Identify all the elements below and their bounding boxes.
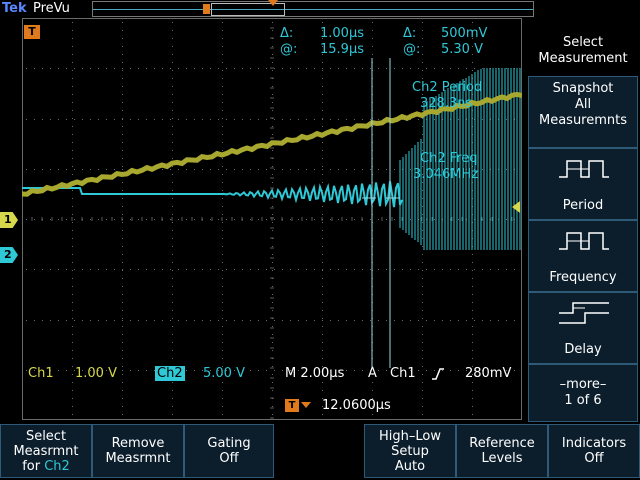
select-line2: Measrmnt	[13, 443, 79, 459]
trigger-source: Ch1	[390, 366, 416, 381]
select-line1: Select	[25, 428, 67, 444]
select-line3-pre: for	[22, 458, 41, 474]
cursor-delta-time-symbol: Δ:	[280, 26, 294, 41]
ch2-ground-marker[interactable]: 2	[0, 247, 18, 263]
period-value: 328.3ns	[420, 96, 473, 111]
gating-line1: Gating	[207, 436, 251, 451]
trigger-position-icon: T	[285, 399, 299, 412]
frequency-label: Ch2 Freq	[420, 151, 478, 166]
cursor-at-time: 15.9µs	[320, 42, 364, 57]
gating-line2: Off	[219, 451, 239, 466]
trigger-point-icon	[268, 0, 278, 6]
brand-logo: Tek	[2, 1, 27, 16]
more-button[interactable]: –more– 1 of 6	[528, 364, 638, 422]
period-label-text: Period	[562, 198, 604, 213]
cursor-at-volt-symbol: @:	[403, 42, 421, 57]
timebase: M 2.00µs	[285, 366, 345, 381]
cursor-delta-time: 1.00µs	[320, 26, 364, 41]
cursor-at-volt: 5.30 V	[441, 42, 483, 57]
trigger-position-marker-icon	[203, 4, 210, 14]
frequency-waveform-icon	[559, 232, 609, 250]
select-line3-ch: Ch2	[44, 458, 70, 474]
delay-button[interactable]: Delay	[528, 292, 638, 364]
indicators-line2: Off	[584, 451, 604, 466]
snapshot-all-button[interactable]: Snapshot All Measuremnts	[528, 76, 638, 148]
delay-label-text: Delay	[564, 342, 602, 357]
empty-softkey[interactable]	[274, 424, 364, 478]
record-trace	[93, 9, 533, 10]
waveform-display	[22, 18, 522, 420]
remove-line1: Remove	[111, 436, 165, 451]
select-measurement-for-ch2-button[interactable]: Select Measrmnt for Ch2	[0, 424, 92, 478]
reference-line1: Reference	[469, 436, 535, 451]
bottom-menu: Select Measrmnt for Ch2 Remove Measrmnt …	[0, 424, 640, 480]
top-status-bar: Tek PreVu	[0, 0, 640, 18]
cursor-delta-volt-symbol: Δ:	[403, 26, 417, 41]
trigger-level-arrow-icon	[512, 201, 520, 213]
indicators-line1: Indicators	[561, 436, 627, 451]
delay-waveform-icon	[559, 302, 609, 324]
reference-line2: Levels	[481, 451, 523, 466]
ch1-marker-label: 1	[4, 213, 12, 226]
ch2-marker-label: 2	[4, 248, 12, 261]
period-button[interactable]: Period	[528, 148, 638, 220]
reference-levels-button[interactable]: Reference Levels	[456, 424, 548, 478]
trigger-level: 280mV	[465, 366, 512, 381]
frequency-value: 3.046MHz	[413, 167, 479, 182]
ch1-scale: 1.00 V	[75, 366, 117, 381]
record-view-bar	[92, 1, 534, 17]
ch2-scale: 5.00 V	[203, 366, 245, 381]
period-label: Ch2 Period	[412, 80, 483, 95]
frequency-label-text: Frequency	[549, 270, 617, 285]
trigger-position-time: 12.0600µs	[322, 398, 391, 413]
snapshot-line1: Snapshot	[552, 81, 614, 96]
side-menu: Select Measurement Snapshot All Measurem…	[528, 18, 640, 422]
trigger-mode: A	[368, 366, 377, 381]
highlow-line2: Setup	[391, 443, 429, 459]
trigger-marker-top-icon: T	[24, 25, 40, 39]
more-line1: –more–	[559, 377, 607, 392]
select-measurement-line2: Measurement	[538, 51, 628, 66]
gating-button[interactable]: Gating Off	[184, 424, 274, 478]
period-waveform-icon	[559, 160, 609, 178]
cursor-at-time-symbol: @:	[280, 42, 298, 57]
rising-edge-icon	[432, 368, 444, 380]
cursor-delta-volt: 500mV	[441, 26, 488, 41]
highlow-line3: Auto	[394, 458, 426, 474]
frequency-button[interactable]: Frequency	[528, 220, 638, 292]
ch1-label: Ch1	[28, 366, 54, 381]
indicators-button[interactable]: Indicators Off	[548, 424, 640, 478]
remove-measurement-button[interactable]: Remove Measrmnt	[92, 424, 184, 478]
snapshot-line3: Measuremnts	[538, 113, 628, 128]
select-measurement-line1: Select	[562, 35, 604, 50]
ch2-label: Ch2	[155, 366, 185, 381]
remove-line2: Measrmnt	[105, 451, 171, 466]
select-line3: for Ch2	[1, 459, 91, 474]
snapshot-line2: All	[574, 97, 592, 112]
trigger-arrow-icon	[301, 402, 311, 408]
ch1-ground-marker[interactable]: 1	[0, 212, 18, 228]
high-low-setup-button[interactable]: High–Low Setup Auto	[364, 424, 456, 478]
more-line2: 1 of 6	[564, 393, 602, 408]
highlow-line1: High–Low	[379, 428, 441, 444]
acquisition-mode: PreVu	[33, 1, 70, 16]
